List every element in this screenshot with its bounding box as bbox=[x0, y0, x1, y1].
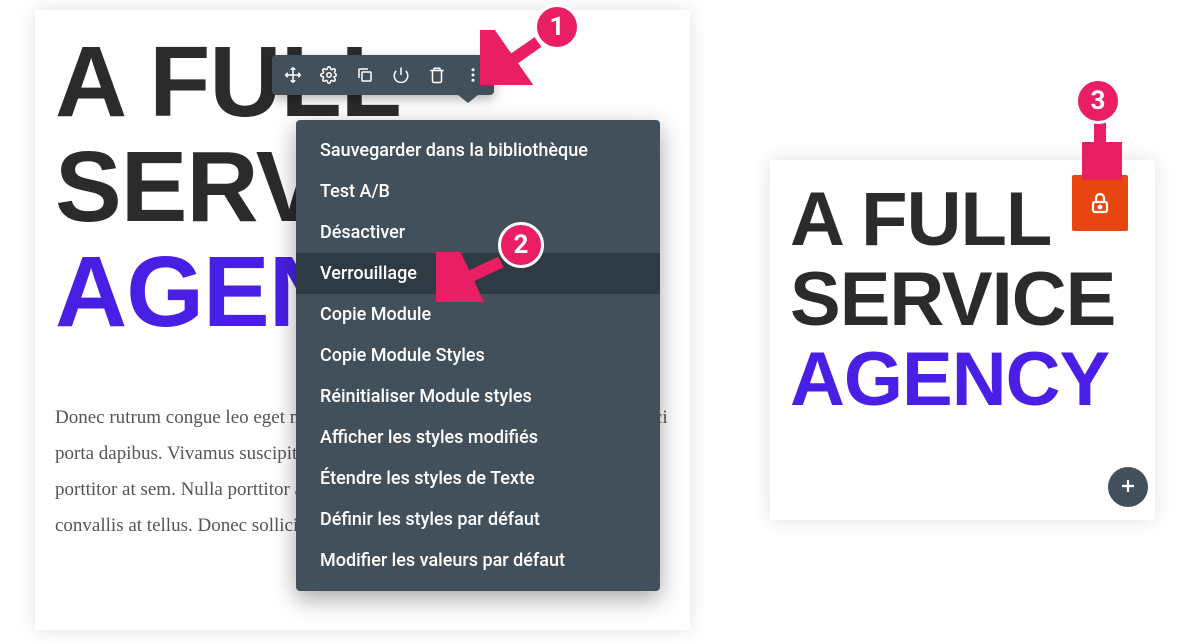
lock-icon bbox=[1088, 191, 1112, 215]
heading-right-line-2: SERVICE bbox=[790, 257, 1115, 342]
context-menu: Sauvegarder dans la bibliothèque Test A/… bbox=[296, 120, 660, 591]
trash-icon[interactable] bbox=[422, 60, 452, 90]
menu-item-extend-text[interactable]: Étendre les styles de Texte bbox=[296, 458, 660, 499]
callout-arrow-3 bbox=[1082, 118, 1122, 180]
menu-item-save-library[interactable]: Sauvegarder dans la bibliothèque bbox=[296, 130, 660, 171]
menu-item-test-ab[interactable]: Test A/B bbox=[296, 171, 660, 212]
menu-item-define-default[interactable]: Définir les styles par défaut bbox=[296, 499, 660, 540]
callout-badge-2: 2 bbox=[498, 222, 544, 268]
menu-item-edit-default[interactable]: Modifier les valeurs par défaut bbox=[296, 540, 660, 581]
callout-badge-1: 1 bbox=[534, 4, 580, 50]
duplicate-icon[interactable] bbox=[350, 60, 380, 90]
plus-icon bbox=[1119, 473, 1137, 501]
power-icon[interactable] bbox=[386, 60, 416, 90]
menu-item-show-modified[interactable]: Afficher les styles modifiés bbox=[296, 417, 660, 458]
add-module-button[interactable] bbox=[1108, 467, 1148, 507]
callout-badge-3: 3 bbox=[1075, 78, 1121, 124]
menu-item-copy-styles[interactable]: Copie Module Styles bbox=[296, 335, 660, 376]
heading-right-accent: AGENCY bbox=[790, 337, 1109, 422]
module-toolbar bbox=[272, 55, 494, 95]
move-icon[interactable] bbox=[278, 60, 308, 90]
lock-badge[interactable] bbox=[1072, 175, 1128, 231]
gear-icon[interactable] bbox=[314, 60, 344, 90]
menu-item-disable[interactable]: Désactiver bbox=[296, 212, 660, 253]
heading-right-line-1: A FULL bbox=[790, 177, 1051, 262]
menu-item-reset-styles[interactable]: Réinitialiser Module styles bbox=[296, 376, 660, 417]
